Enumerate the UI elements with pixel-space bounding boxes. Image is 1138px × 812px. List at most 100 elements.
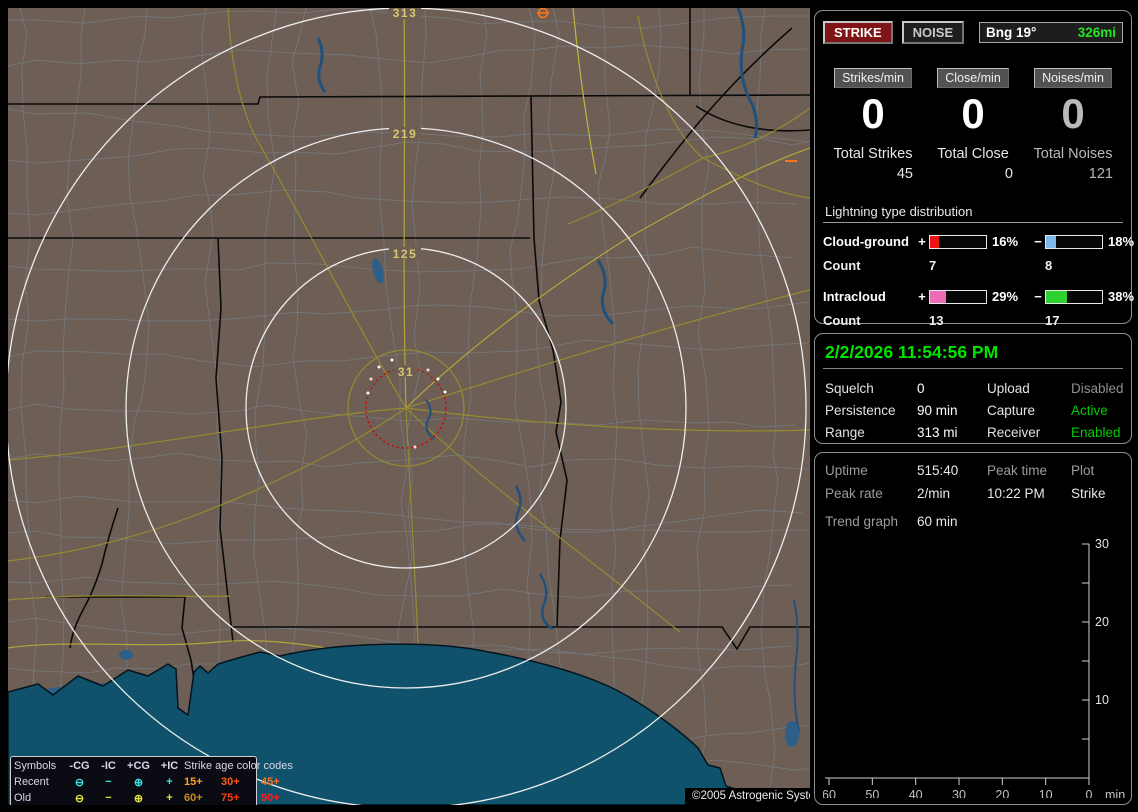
strike-mode-button[interactable]: STRIKE (823, 21, 893, 44)
age-90: 90+ (261, 792, 280, 804)
svg-text:0: 0 (1086, 788, 1093, 798)
ic-negative-bar-fill (1046, 290, 1068, 303)
pos-ic-recent-icon: + (166, 776, 173, 788)
range-value: 313 mi (917, 425, 958, 440)
age-60: 60+ (184, 792, 203, 804)
minus-sign: − (1034, 234, 1042, 250)
cg-negative-count: 8 (1045, 258, 1053, 274)
ring-label-219: 219 (393, 127, 418, 141)
cg-positive-pct: 16% (992, 234, 1019, 250)
svg-text:10: 10 (1095, 693, 1109, 707)
ic-positive-count: 13 (929, 313, 944, 329)
map-canvas: 313 219 125 31 (8, 8, 810, 805)
strikes-per-min-value: 0 (861, 90, 885, 137)
mode-button-row: STRIKE NOISE Bng 19° 326mi (823, 21, 1123, 44)
close-per-min-chip: Close/min (937, 68, 1009, 88)
age-75: 75+ (221, 792, 240, 804)
total-strikes-value: 45 (896, 166, 913, 183)
legend-col-neg-ic: -IC (101, 760, 116, 772)
svg-text:20: 20 (1095, 615, 1109, 629)
strikes-counter: Strikes/min 0 Total Strikes 45 (823, 68, 923, 182)
distribution-title: Lightning type distribution (823, 204, 1123, 224)
plus-sign: + (918, 234, 926, 250)
cg-positive-bar-fill (930, 235, 939, 248)
legend-col-pos-cg: +CG (127, 760, 150, 772)
upload-label: Upload (987, 381, 1030, 396)
intracloud-row: Intracloud + 29% − 38% (823, 289, 1134, 305)
plus-sign: + (918, 289, 926, 305)
svg-text:30: 30 (952, 788, 966, 798)
svg-text:10: 10 (1039, 788, 1053, 798)
cg-negative-pct: 18% (1108, 234, 1135, 250)
noises-per-min-chip: Noises/min (1034, 68, 1112, 88)
ic-positive-pct: 29% (992, 289, 1019, 305)
intracloud-count-row: Count 13 17 (823, 313, 1123, 328)
bearing-distance: 326mi (1077, 25, 1116, 40)
squelch-value: 0 (917, 381, 925, 396)
rate-counters: Strikes/min 0 Total Strikes 45 Close/min… (823, 68, 1123, 182)
receiver-label: Receiver (987, 425, 1041, 440)
total-noises-label: Total Noises (1033, 146, 1113, 163)
noises-counter: Noises/min 0 Total Noises 121 (1023, 68, 1123, 182)
stats-panel: STRIKE NOISE Bng 19° 326mi Strikes/min 0… (814, 10, 1134, 328)
range-label: Range (825, 425, 865, 440)
neg-cg-old-icon: ⊖ (74, 792, 85, 805)
bearing-label: Bng 19° (986, 25, 1037, 40)
trend-panel: Uptime 515:40 Peak time Plot Peak rate 2… (814, 452, 1132, 805)
svg-text:60: 60 (823, 788, 836, 798)
svg-text:50: 50 (865, 788, 879, 798)
noises-per-min-value: 0 (1061, 90, 1085, 137)
count-label: Count (823, 313, 861, 329)
lightning-distribution: Lightning type distribution Cloud-ground… (823, 204, 1134, 328)
total-noises-value: 121 (1088, 166, 1113, 183)
ic-positive-bar-fill (930, 290, 947, 303)
ic-negative-pct: 38% (1108, 289, 1135, 305)
neg-cg-recent-icon: ⊖ (74, 776, 85, 789)
upload-status: Disabled (1071, 381, 1124, 396)
age-15: 15+ (184, 776, 203, 788)
pos-cg-old-icon: ⊕ (133, 792, 144, 805)
ring-label-125: 125 (393, 247, 418, 261)
legend-recent-label: Recent (14, 776, 49, 788)
svg-text:min: min (1105, 788, 1125, 798)
bearing-readout: Bng 19° 326mi (979, 22, 1123, 43)
ic-negative-count: 17 (1045, 313, 1060, 329)
cg-positive-count: 7 (929, 258, 937, 274)
legend-symbols-header: Symbols (14, 760, 57, 772)
symbol-legend: Symbols -CG -IC +CG +IC Strike age color… (10, 756, 293, 805)
strikes-per-min-chip: Strikes/min (834, 68, 912, 88)
status-panel: 2/2/2026 11:54:56 PM Squelch 0 Upload Di… (814, 333, 1132, 444)
ring-label-313: 313 (393, 8, 418, 20)
neg-ic-recent-icon: − (105, 776, 112, 788)
neg-ic-old-icon: − (105, 792, 112, 804)
cg-positive-bar (929, 234, 987, 249)
cloud-ground-label: Cloud-ground (823, 234, 909, 250)
persistence-label: Persistence (825, 403, 896, 418)
close-per-min-value: 0 (961, 90, 985, 137)
cloud-ground-count-row: Count 7 8 (823, 258, 1123, 273)
svg-text:30: 30 (1095, 537, 1109, 551)
legend-age-header: Strike age color codes (184, 760, 293, 772)
capture-status: Active (1071, 403, 1108, 418)
pos-ic-old-icon: + (166, 792, 173, 804)
age-30: 30+ (221, 776, 240, 788)
persistence-value: 90 min (917, 403, 958, 418)
total-strikes-label: Total Strikes (833, 146, 913, 163)
legend-col-neg-cg: -CG (69, 760, 90, 772)
noise-mode-button[interactable]: NOISE (901, 21, 965, 44)
cg-negative-bar (1045, 234, 1103, 249)
pos-cg-recent-icon: ⊕ (133, 776, 144, 789)
minus-sign: − (1034, 289, 1042, 305)
svg-text:20: 20 (995, 788, 1009, 798)
cg-negative-bar-fill (1046, 235, 1057, 248)
count-label: Count (823, 258, 861, 274)
copyright-text: ©2005 Astrogenic Systems (685, 788, 810, 805)
lightning-map[interactable]: 313 219 125 31 Symbols -CG -IC +CG +IC S… (8, 8, 810, 805)
age-45: 45+ (261, 776, 280, 788)
ic-positive-bar (929, 289, 987, 304)
cloud-ground-row: Cloud-ground + 16% − 18% (823, 234, 1134, 250)
datetime-display: 2/2/2026 11:54:56 PM (823, 342, 1123, 369)
svg-text:40: 40 (909, 788, 923, 798)
ring-label-31: 31 (398, 365, 414, 379)
status-grid: Squelch 0 Upload Disabled Persistence 90… (823, 381, 1124, 440)
